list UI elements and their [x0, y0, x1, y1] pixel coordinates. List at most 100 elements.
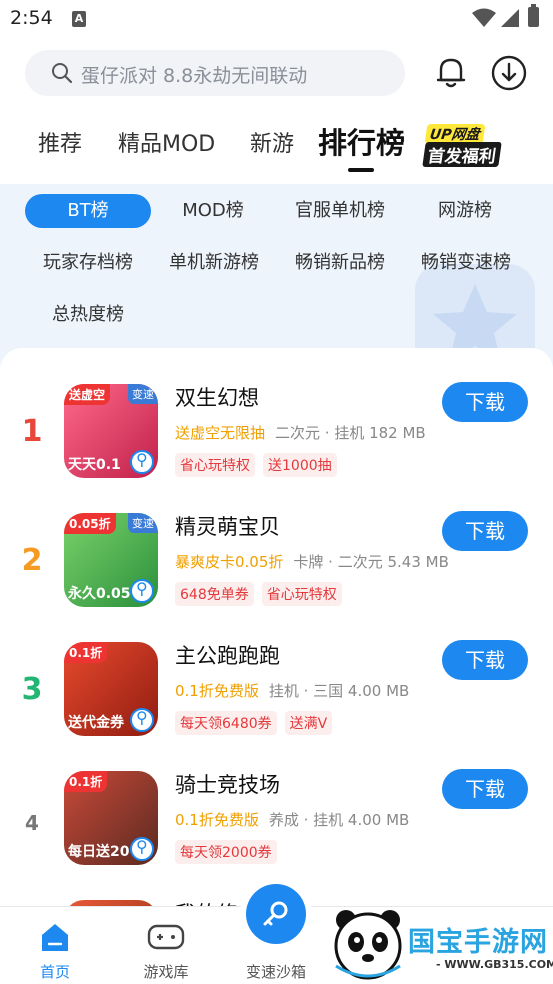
- ranking-category-chips: BT榜 MOD榜 官服单机榜 网游榜 玩家存档榜 单机新游榜 畅销新品榜 畅销变…: [0, 184, 553, 354]
- app-row[interactable]: 4 0.1折每日送20 骑士竞技场 0.1折免费版养成 · 挂机 4.00 MB 每天领…: [0, 765, 553, 893]
- download-button[interactable]: 下载: [442, 769, 528, 809]
- app-highlight: 0.1折免费版: [175, 682, 259, 700]
- app-row[interactable]: 1 送虚空变速天天0.1 双生幻想送虚空无限抽二次元 · 挂机 182 MB 省心玩特…: [0, 378, 553, 506]
- icon-banner-text: 送代金券: [68, 715, 124, 731]
- chip-mod[interactable]: MOD榜: [165, 194, 261, 228]
- app-tag: 每天领6480券: [175, 711, 277, 735]
- app-icon[interactable]: 0.05折 变速永久0.05: [64, 513, 158, 607]
- app-meta: 暴爽皮卡0.05折 卡牌 · 二次元 5.43 MB: [175, 551, 449, 572]
- nav-home[interactable]: 首页: [10, 907, 100, 984]
- chip-best-new[interactable]: 畅销新品榜: [288, 246, 392, 280]
- app-highlight: 0.1折免费版: [175, 811, 259, 829]
- app-info: 挂机 · 三国 4.00 MB: [268, 682, 410, 700]
- download-button[interactable]: 下载: [442, 640, 528, 680]
- ranking-list: 1送虚空变速天天0.1双生幻想送虚空无限抽二次元 · 挂机 182 MB省心玩特…: [0, 348, 553, 908]
- app-title: 精灵萌宝贝: [175, 515, 280, 539]
- site-watermark: 国宝手游网 - WWW.GB315.COM -: [326, 906, 553, 984]
- chip-total-heat[interactable]: 总热度榜: [44, 298, 132, 332]
- download-button[interactable]: 下载: [442, 511, 528, 551]
- app-tag: 省心玩特权: [175, 453, 255, 477]
- speed-sandbox-fab[interactable]: [246, 884, 306, 944]
- chip-new-single[interactable]: 单机新游榜: [162, 246, 266, 280]
- app-title: 双生幻想: [175, 386, 259, 410]
- icon-banner-text: 永久0.05: [68, 586, 131, 602]
- rank-number: 3: [21, 672, 43, 707]
- app-icon[interactable]: 0.1折送代金券: [64, 642, 158, 736]
- app-highlight: 送虚空无限抽: [175, 424, 266, 442]
- status-bar: 2:54 A: [0, 0, 553, 38]
- watermark-text: 国宝手游网: [408, 927, 548, 958]
- promo-line2: 首发福利: [422, 142, 502, 167]
- active-tab-indicator: [348, 168, 374, 172]
- app-tag: 送满V: [284, 711, 333, 735]
- chip-online[interactable]: 网游榜: [425, 194, 505, 228]
- app-meta: 送虚空无限抽 二次元 · 挂机 182 MB: [175, 422, 426, 443]
- rank-number: 4: [25, 811, 39, 835]
- search-icon: [52, 63, 73, 84]
- download-manager-icon[interactable]: [490, 54, 528, 92]
- app-icon[interactable]: 送虚空 变速天天0.1: [64, 384, 158, 478]
- app-tag: 省心玩特权: [261, 582, 342, 606]
- rank-number: 2: [21, 543, 43, 578]
- app-info: 养成 · 挂机 4.00 MB: [268, 811, 410, 829]
- tab-mod[interactable]: 精品MOD: [118, 126, 215, 158]
- app-tags: 648免单券 省心玩特权: [175, 582, 350, 606]
- chip-official-single[interactable]: 官服单机榜: [286, 194, 394, 228]
- nav-game-library-label: 游戏库: [143, 963, 189, 981]
- app-meta: 0.1折免费版 挂机 · 三国 4.00 MB: [175, 680, 409, 701]
- icon-badge-left: 送虚空: [64, 384, 111, 405]
- icon-badge-right: 变速: [128, 384, 158, 404]
- download-button[interactable]: 下载: [442, 382, 528, 422]
- speed-key-badge-icon: [130, 708, 154, 732]
- app-highlight: 暴爽皮卡0.05折: [175, 553, 284, 571]
- app-icon[interactable]: 0.1折每日送20: [64, 771, 158, 865]
- nav-speed-sandbox-label: 变速沙箱: [245, 963, 306, 981]
- rank-number: 1: [21, 414, 43, 449]
- top-tabs: 推荐 精品MOD 新游 排行榜 UP网盘 首发福利: [0, 120, 553, 180]
- panda-logo-icon: [334, 910, 402, 980]
- speed-key-badge-icon: [130, 450, 154, 474]
- app-tags: 省心玩特权 送1000抽: [175, 453, 345, 477]
- chip-player-saves[interactable]: 玩家存档榜: [36, 246, 140, 280]
- app-tag: 送1000抽: [263, 453, 337, 477]
- app-row[interactable]: 2 0.05折变速永久0.05 精灵萌宝贝暴爽皮卡0.05折卡牌 · 二次元 5.4…: [0, 507, 553, 635]
- app-row[interactable]: 30.1折送代金券主公跑跑跑0.1折免费版挂机 · 三国 4.00 MB每天领6…: [0, 636, 553, 764]
- tab-recommend[interactable]: 推荐: [38, 126, 82, 158]
- tab-ranking[interactable]: 排行榜: [318, 120, 405, 162]
- header: 蛋仔派对 8.8永劫无间联动 推荐 精品MOD 新游 排行榜 UP网盘 首发福利: [0, 38, 553, 184]
- icon-banner-text: 天天0.1: [68, 457, 121, 473]
- watermark-url: - WWW.GB315.COM -: [436, 958, 553, 971]
- promo-line1: UP网盘: [424, 124, 486, 144]
- home-icon: [42, 924, 68, 951]
- gamepad-icon: [147, 924, 185, 950]
- app-tags: 每天领2000券: [175, 840, 285, 864]
- bell-icon[interactable]: [433, 54, 469, 90]
- icon-badge-left: 0.1折: [64, 642, 108, 663]
- app-tag: 648免单券: [175, 582, 254, 606]
- chip-best-speed[interactable]: 畅销变速榜: [414, 246, 518, 280]
- app-tag: 每天领2000券: [175, 840, 277, 864]
- signal-icon: [501, 9, 519, 27]
- app-title: 骑士竞技场: [175, 773, 280, 797]
- speed-key-badge-icon: [130, 837, 154, 861]
- icon-badge-left: 0.1折: [64, 771, 108, 792]
- icon-badge-right: 变速: [128, 513, 158, 533]
- app-info: 卡牌 · 二次元 5.43 MB: [293, 553, 449, 571]
- key-icon: [263, 901, 288, 926]
- status-time: 2:54: [10, 7, 53, 29]
- search-placeholder: 蛋仔派对 8.8永劫无间联动: [81, 65, 308, 87]
- nav-game-library[interactable]: 游戏库: [121, 907, 211, 984]
- app-tags: 每天领6480券 送满V: [175, 711, 340, 735]
- icon-banner-text: 每日送20: [68, 844, 130, 860]
- icon-badge-left: 0.05折: [64, 513, 116, 534]
- battery-icon: [528, 4, 539, 27]
- sim-notification-icon: A: [72, 11, 86, 27]
- search-bar[interactable]: 蛋仔派对 8.8永劫无间联动: [25, 50, 405, 96]
- tab-new-games[interactable]: 新游: [250, 126, 294, 158]
- app-title: 主公跑跑跑: [175, 644, 280, 668]
- app-info: 二次元 · 挂机 182 MB: [275, 424, 426, 442]
- nav-home-label: 首页: [39, 963, 70, 981]
- wifi-icon: [472, 8, 496, 27]
- chip-bt[interactable]: BT榜: [25, 194, 151, 228]
- promo-banner[interactable]: UP网盘 首发福利: [418, 124, 506, 167]
